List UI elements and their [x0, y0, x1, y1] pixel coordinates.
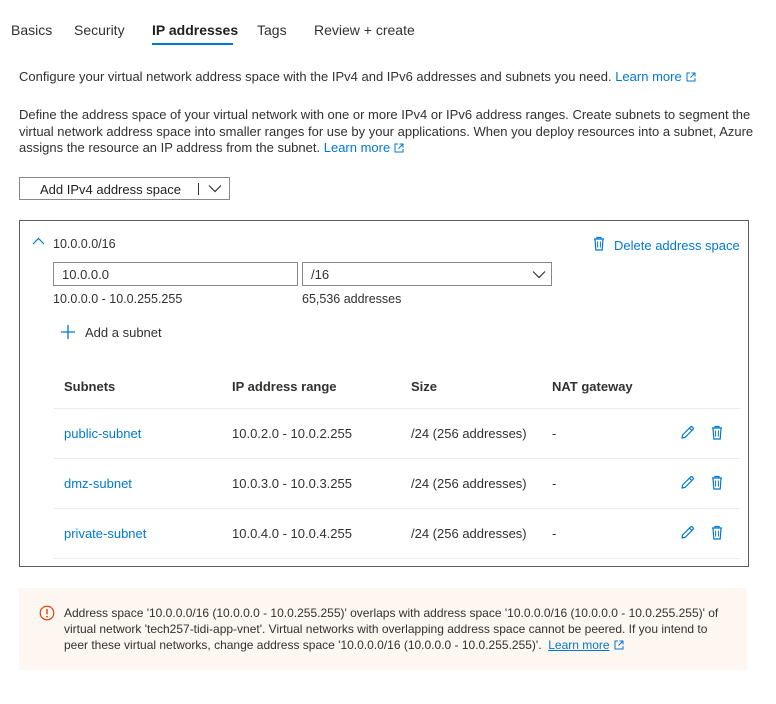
warning-learn-more-label: Learn more — [548, 638, 610, 652]
subnet-name-link[interactable]: dmz-subnet — [64, 476, 132, 491]
subnet-range: 10.0.2.0 - 10.0.2.255 — [232, 426, 352, 441]
tab-tags[interactable]: Tags — [257, 21, 287, 39]
intro-text-2: Define the address space of your virtual… — [19, 107, 754, 157]
trash-icon[interactable] — [710, 475, 724, 490]
learn-more-link-2[interactable]: Learn more — [324, 140, 404, 155]
learn-more-link-1-label: Learn more — [615, 69, 682, 84]
delete-address-space-label: Delete address space — [614, 238, 740, 253]
table-row: public-subnet 10.0.2.0 - 10.0.2.255 /24 … — [54, 408, 740, 458]
address-space-panel: 10.0.0.0/16 Delete address space 10.0.0.… — [19, 220, 749, 567]
learn-more-link-2-label: Learn more — [323, 140, 391, 155]
address-count-text: 65,536 addresses — [302, 292, 402, 306]
table-row: dmz-subnet 10.0.3.0 - 10.0.3.255 /24 (25… — [54, 458, 740, 508]
column-header-subnets: Subnets — [64, 379, 116, 394]
subnet-nat-gateway: - — [552, 526, 557, 541]
tab-bar: Basics Security IP addresses Tags Review… — [0, 0, 776, 48]
table-divider — [54, 558, 740, 559]
tab-review-create[interactable]: Review + create — [314, 21, 415, 39]
subnet-size: /24 (256 addresses) — [411, 526, 527, 541]
subnet-name-link[interactable]: public-subnet — [64, 426, 141, 441]
address-input[interactable]: 10.0.0.0 — [53, 262, 298, 286]
trash-icon[interactable] — [710, 525, 724, 540]
split-divider — [198, 183, 199, 195]
column-header-size: Size — [411, 379, 438, 394]
warning-learn-more-link[interactable]: Learn more — [548, 638, 624, 652]
external-link-icon — [394, 143, 404, 153]
plus-icon — [61, 325, 75, 339]
intro-text-1-body: Configure your virtual network address s… — [19, 69, 612, 84]
subnet-name-link[interactable]: private-subnet — [64, 526, 146, 541]
subnet-range: 10.0.3.0 - 10.0.3.255 — [232, 476, 352, 491]
table-row: private-subnet 10.0.4.0 - 10.0.4.255 /24… — [54, 508, 740, 558]
address-input-value: 10.0.0.0 — [62, 267, 109, 282]
tab-ip-addresses[interactable]: IP addresses — [152, 21, 238, 39]
address-space-title: 10.0.0.0/16 — [53, 237, 116, 251]
intro-text-1: Configure your virtual network address s… — [19, 69, 696, 85]
edit-icon[interactable] — [680, 525, 695, 540]
warning-info-icon — [39, 605, 55, 621]
subnet-size: /24 (256 addresses) — [411, 476, 527, 491]
column-header-nat-gateway: NAT gateway — [552, 379, 633, 394]
chevron-up-icon[interactable] — [32, 237, 45, 245]
add-subnet-label: Add a subnet — [85, 325, 162, 340]
learn-more-link-1[interactable]: Learn more — [615, 69, 696, 84]
trash-icon[interactable] — [710, 425, 724, 440]
overlap-warning-bar: Address space '10.0.0.0/16 (10.0.0.0 - 1… — [19, 588, 747, 670]
external-link-icon — [614, 640, 624, 650]
add-address-space-button[interactable]: Add IPv4 address space — [19, 177, 230, 200]
edit-icon[interactable] — [680, 425, 695, 440]
active-tab-indicator — [152, 43, 233, 45]
subnet-range: 10.0.4.0 - 10.0.4.255 — [232, 526, 352, 541]
tab-security[interactable]: Security — [74, 21, 125, 39]
trash-icon — [594, 236, 604, 251]
subnet-nat-gateway: - — [552, 426, 557, 441]
chevron-down-icon — [532, 271, 546, 279]
address-range-text: 10.0.0.0 - 10.0.255.255 — [53, 292, 183, 306]
external-link-icon — [686, 72, 696, 82]
prefix-dropdown[interactable]: /16 — [302, 262, 552, 286]
add-address-space-label: Add IPv4 address space — [40, 182, 181, 197]
warning-text: Address space '10.0.0.0/16 (10.0.0.0 - 1… — [64, 605, 729, 653]
column-header-ip-range: IP address range — [232, 379, 337, 394]
subnet-nat-gateway: - — [552, 476, 557, 491]
tab-basics[interactable]: Basics — [11, 21, 52, 39]
edit-icon[interactable] — [680, 475, 695, 490]
subnet-size: /24 (256 addresses) — [411, 426, 527, 441]
prefix-dropdown-value: /16 — [311, 267, 330, 282]
chevron-down-icon[interactable] — [208, 184, 222, 193]
